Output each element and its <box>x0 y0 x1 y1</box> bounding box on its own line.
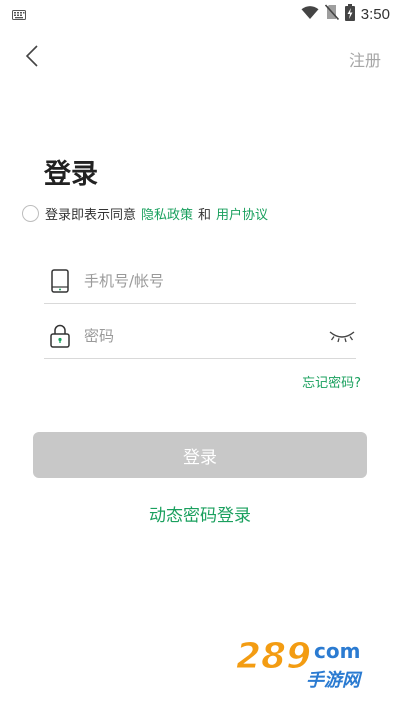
register-link[interactable]: 注册 <box>349 47 381 71</box>
status-bar: 3:50 <box>0 0 400 28</box>
dynamic-password-login-link[interactable]: 动态密码登录 <box>0 501 400 526</box>
lock-icon <box>48 324 72 348</box>
no-sim-icon <box>324 4 339 24</box>
watermark-logo: 289 com 手游网 <box>236 630 380 694</box>
status-icons: 3:50 <box>301 3 390 25</box>
battery-charging-icon <box>344 3 355 25</box>
privacy-policy-link[interactable]: 隐私政策 <box>141 204 193 223</box>
page-title: 登录 <box>44 159 98 190</box>
phone-input[interactable] <box>84 265 304 296</box>
eye-closed-icon[interactable] <box>328 327 356 345</box>
header: 注册 <box>0 38 400 78</box>
back-button[interactable] <box>18 44 46 72</box>
keyboard-icon <box>12 5 26 24</box>
phone-icon <box>48 268 72 293</box>
watermark-text: 手游网 <box>306 670 363 691</box>
watermark-domain: com <box>314 639 360 663</box>
phone-field <box>44 258 356 304</box>
password-field <box>44 313 356 359</box>
password-input[interactable] <box>84 320 304 351</box>
agreement-and: 和 <box>198 208 212 223</box>
agreement-text: 登录即表示同意 <box>45 208 137 223</box>
forgot-password-link[interactable]: 忘记密码? <box>302 372 361 391</box>
chevron-left-icon <box>25 45 39 71</box>
status-time: 3:50 <box>360 5 390 23</box>
wifi-icon <box>301 5 319 24</box>
agreement-row: 登录即表示同意 隐私政策 和 用户协议 <box>22 204 268 223</box>
login-button[interactable]: 登录 <box>33 432 367 478</box>
user-agreement-link[interactable]: 用户协议 <box>216 204 268 223</box>
watermark-number: 289 <box>236 636 311 677</box>
agree-checkbox[interactable] <box>22 205 39 222</box>
